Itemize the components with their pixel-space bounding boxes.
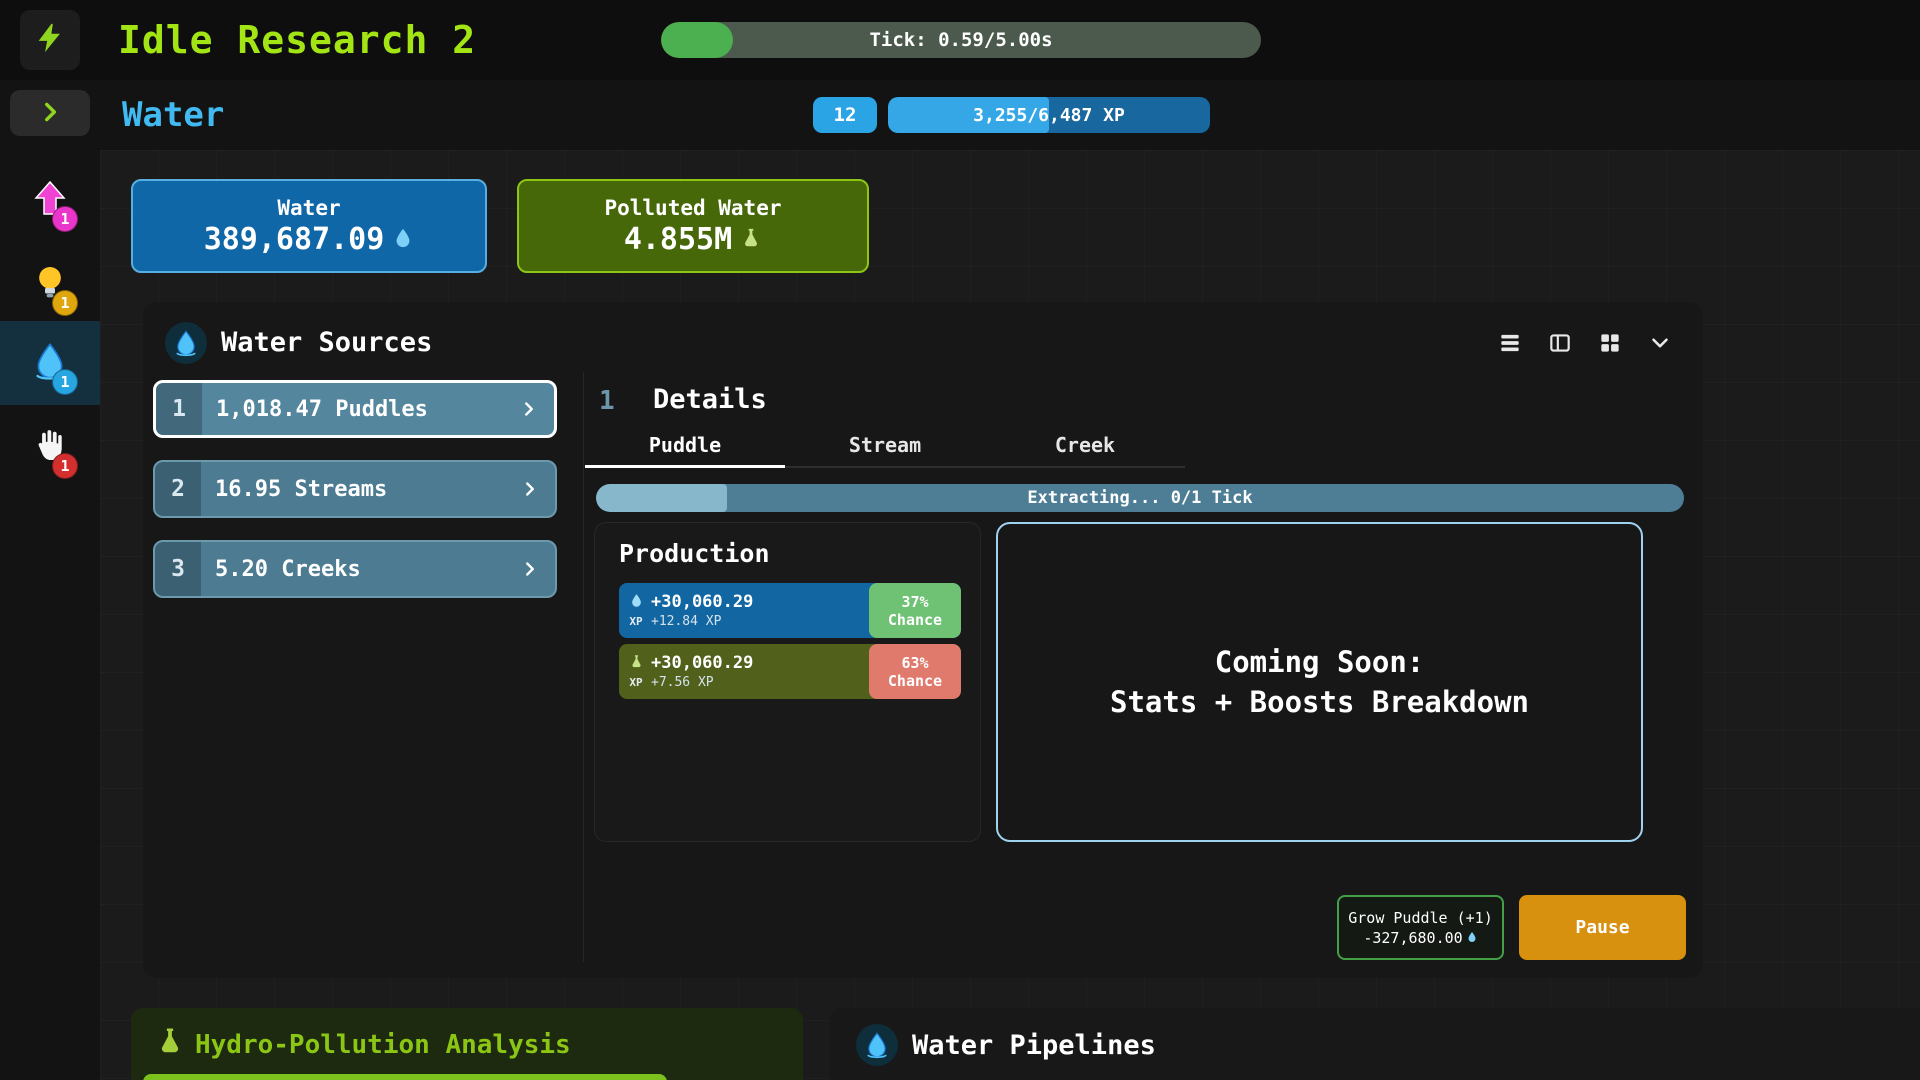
source-label: 5.20 Creeks bbox=[201, 557, 519, 582]
source-item-streams[interactable]: 2 16.95 Streams bbox=[153, 460, 557, 518]
app-logo-button[interactable] bbox=[20, 10, 80, 70]
page-title: Water bbox=[122, 80, 224, 150]
chevron-right-icon bbox=[519, 558, 555, 580]
panel-title: Water Pipelines bbox=[912, 1030, 1156, 1061]
grow-puddle-button[interactable]: Grow Puddle (+1) -327,680.00 bbox=[1337, 895, 1504, 960]
xp-progress-bar: 3,255/6,487 XP bbox=[888, 97, 1210, 133]
resource-value: 389,687.09 bbox=[204, 222, 385, 257]
water-drop-icon bbox=[392, 222, 414, 257]
extracting-label: Extracting... 0/1 Tick bbox=[596, 484, 1684, 512]
production-row-polluted: XP +30,060.29 +7.56 XP 63% Chance bbox=[619, 644, 961, 699]
chevron-right-icon bbox=[37, 99, 63, 128]
grid-view-icon[interactable] bbox=[1593, 326, 1627, 360]
tab-creek[interactable]: Creek bbox=[985, 428, 1185, 466]
chance-word: Chance bbox=[888, 672, 942, 690]
badge-count: 1 bbox=[52, 206, 78, 232]
top-bar: Idle Research 2 Tick: 0.59/5.00s bbox=[0, 0, 1920, 80]
source-index: 1 bbox=[156, 383, 202, 435]
tick-label: Tick: 0.59/5.00s bbox=[661, 22, 1261, 58]
production-card: Production XP +30,060.29 +12.84 XP 37% C… bbox=[594, 522, 981, 842]
resource-label: Water bbox=[277, 196, 340, 220]
chance-badge: 63% Chance bbox=[869, 644, 961, 699]
badge-count: 1 bbox=[52, 369, 78, 395]
water-drop-icon bbox=[1466, 929, 1478, 947]
hydro-action-button[interactable] bbox=[143, 1074, 667, 1080]
page-bar: Water 12 3,255/6,487 XP bbox=[0, 80, 1920, 150]
sidebar-item-prestige[interactable]: 1 bbox=[0, 158, 100, 242]
tick-progress-bar: Tick: 0.59/5.00s bbox=[661, 22, 1261, 58]
polluted-water-resource-card[interactable]: Polluted Water 4.855M bbox=[517, 179, 869, 273]
chance-badge: 37% Chance bbox=[869, 583, 961, 638]
chevron-down-icon[interactable] bbox=[1643, 326, 1677, 360]
source-item-puddles[interactable]: 1 1,018.47 Puddles bbox=[153, 380, 557, 438]
hydro-pollution-panel: Hydro-Pollution Analysis bbox=[131, 1008, 803, 1080]
production-row-water: XP +30,060.29 +12.84 XP 37% Chance bbox=[619, 583, 961, 638]
divider bbox=[583, 372, 584, 962]
badge-count: 1 bbox=[52, 453, 78, 479]
resource-value: 4.855M bbox=[624, 222, 732, 257]
production-amount: +30,060.29 bbox=[651, 592, 869, 612]
water-resource-card[interactable]: Water 389,687.09 bbox=[131, 179, 487, 273]
flask-icon bbox=[155, 1026, 185, 1060]
source-item-creeks[interactable]: 3 5.20 Creeks bbox=[153, 540, 557, 598]
water-drop-icon bbox=[856, 1024, 898, 1066]
xp-tag: XP bbox=[629, 676, 642, 689]
sidebar: 1 1 1 1 bbox=[0, 150, 100, 1080]
details-title: Details bbox=[653, 384, 767, 415]
extracting-progress-bar: Extracting... 0/1 Tick bbox=[596, 484, 1684, 512]
flask-icon bbox=[629, 654, 644, 673]
tab-puddle[interactable]: Puddle bbox=[585, 428, 785, 468]
grow-button-cost: -327,680.00 bbox=[1363, 929, 1462, 947]
list-view-icon[interactable] bbox=[1493, 326, 1527, 360]
chance-percent: 37% bbox=[901, 593, 928, 611]
coming-soon-line2: Stats + Boosts Breakdown bbox=[1110, 685, 1529, 719]
source-label: 16.95 Streams bbox=[201, 477, 519, 502]
source-label: 1,018.47 Puddles bbox=[202, 397, 518, 422]
chance-word: Chance bbox=[888, 611, 942, 629]
pause-button[interactable]: Pause bbox=[1519, 895, 1686, 960]
coming-soon-box: Coming Soon: Stats + Boosts Breakdown bbox=[996, 522, 1643, 842]
sidebar-item-manual[interactable]: 1 bbox=[0, 405, 100, 489]
water-sources-panel: Water Sources 1 1,018.47 Puddles 2 16.95… bbox=[143, 302, 1703, 978]
sidebar-item-water[interactable]: 1 bbox=[0, 321, 100, 405]
source-index: 3 bbox=[155, 542, 201, 596]
production-title: Production bbox=[619, 539, 770, 568]
flask-icon bbox=[740, 222, 762, 257]
sidebar-item-ideas[interactable]: 1 bbox=[0, 242, 100, 326]
source-index: 2 bbox=[155, 462, 201, 516]
chance-percent: 63% bbox=[901, 654, 928, 672]
water-drop-icon bbox=[165, 322, 207, 364]
xp-tag: XP bbox=[629, 615, 642, 628]
panel-title: Water Sources bbox=[221, 322, 432, 364]
coming-soon-line1: Coming Soon: bbox=[1215, 645, 1425, 679]
tab-stream[interactable]: Stream bbox=[785, 428, 985, 466]
xp-label: 3,255/6,487 XP bbox=[888, 97, 1210, 133]
grow-button-line1: Grow Puddle (+1) bbox=[1348, 909, 1493, 927]
chevron-right-icon bbox=[518, 398, 554, 420]
water-drop-icon bbox=[629, 593, 644, 612]
level-badge: 12 bbox=[813, 97, 877, 133]
split-view-icon[interactable] bbox=[1543, 326, 1577, 360]
details-tabs: Puddle Stream Creek bbox=[585, 428, 1185, 468]
panel-title: Hydro-Pollution Analysis bbox=[195, 1030, 571, 1060]
resource-label: Polluted Water bbox=[604, 196, 781, 220]
water-pipelines-panel: Water Pipelines bbox=[830, 1008, 1920, 1080]
chevron-right-icon bbox=[519, 478, 555, 500]
sidebar-toggle-button[interactable] bbox=[10, 90, 90, 136]
production-xp: +7.56 XP bbox=[651, 675, 869, 690]
details-index: 1 bbox=[599, 386, 615, 416]
production-amount: +30,060.29 bbox=[651, 653, 869, 673]
lightning-bolt-icon bbox=[33, 21, 67, 59]
app-title: Idle Research 2 bbox=[118, 0, 476, 80]
badge-count: 1 bbox=[52, 290, 78, 316]
production-xp: +12.84 XP bbox=[651, 614, 869, 629]
